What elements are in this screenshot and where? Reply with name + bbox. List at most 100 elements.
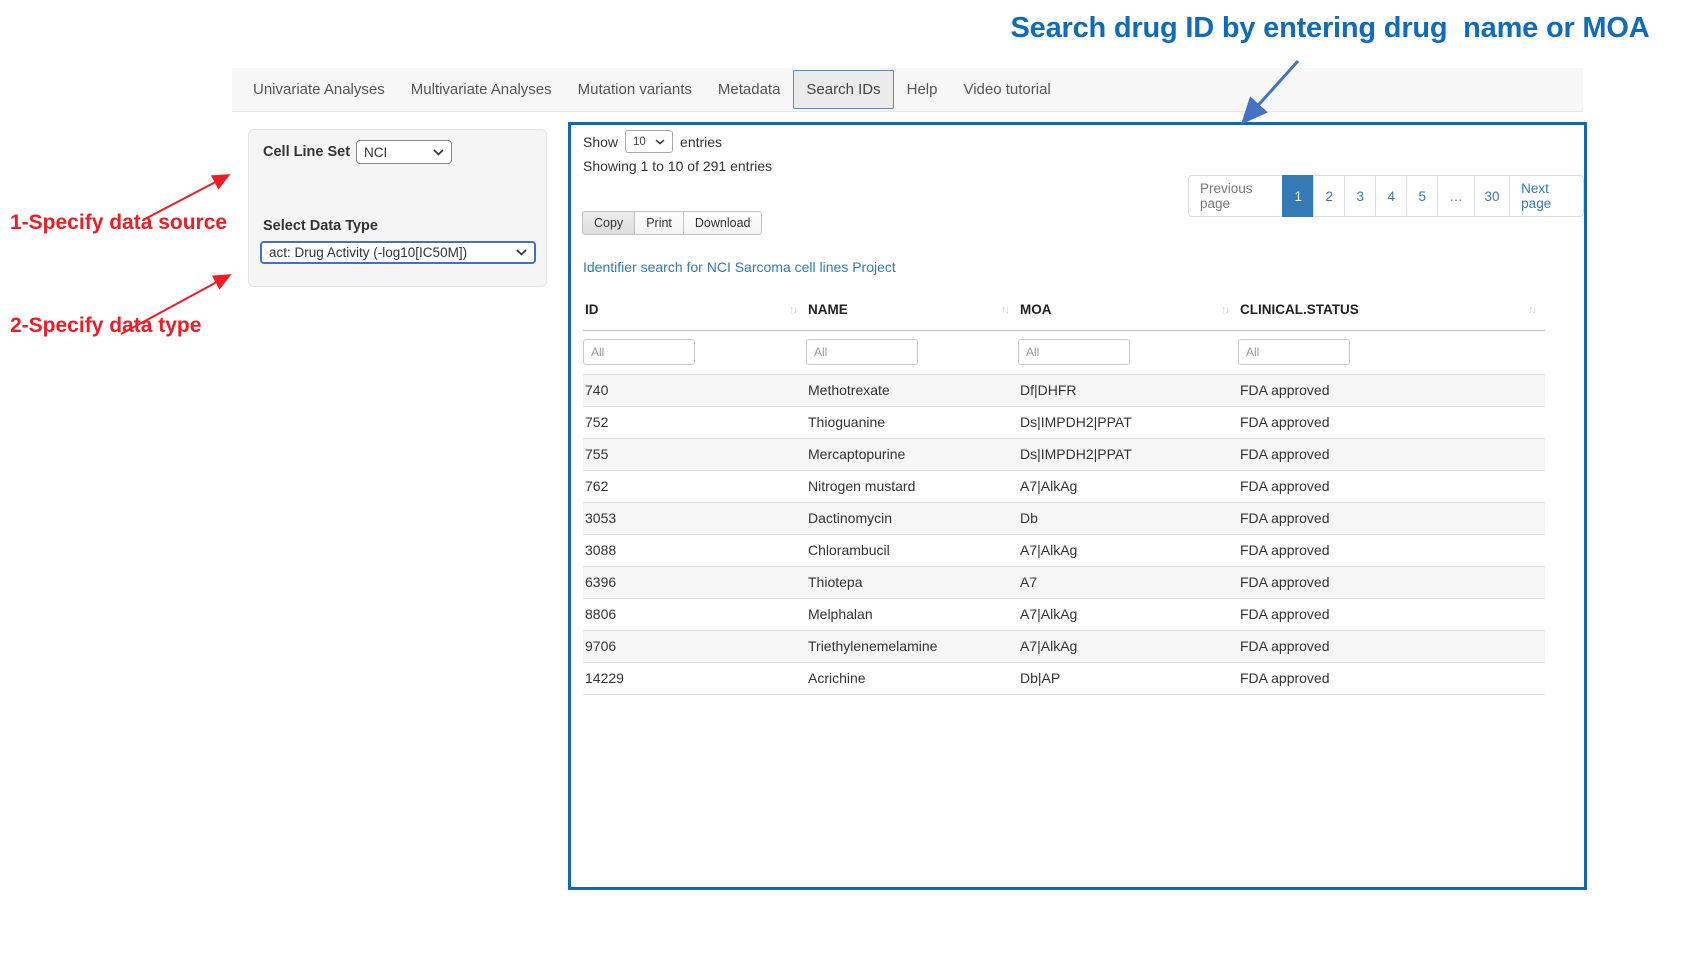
annotation-step1: 1-Specify data source [10,211,227,235]
cell-id: 8806 [583,598,806,630]
sort-icon[interactable]: ↑↓ [789,304,796,316]
data-type-select[interactable]: act: Drug Activity (-log10[IC50M]) [260,241,536,264]
tab-help[interactable]: Help [894,70,951,109]
cell-clinical-status: FDA approved [1238,662,1545,694]
column-label: MOA [1020,302,1052,317]
pagination-page-5[interactable]: 5 [1406,175,1438,217]
copy-button[interactable]: Copy [582,211,635,235]
annotation-step2: 2-Specify data type [10,314,201,338]
page-length-value: 10 [633,136,646,148]
cell-line-set-select[interactable]: NCI [356,140,452,164]
column-header-name[interactable]: NAME ↑↓ [806,290,1018,330]
navbar: Univariate AnalysesMultivariate Analyses… [232,68,1583,112]
table-row[interactable]: 6396ThiotepaA7FDA approved [583,566,1545,598]
cell-id: 762 [583,470,806,502]
table-info: Showing 1 to 10 of 291 entries [583,158,772,174]
table-row[interactable]: 740MethotrexateDf|DHFRFDA approved [583,374,1545,406]
entries-label: entries [680,134,722,150]
table-row[interactable]: 9706TriethylenemelamineA7|AlkAgFDA appro… [583,630,1545,662]
cell-clinical-status: FDA approved [1238,598,1545,630]
cell-clinical-status: FDA approved [1238,470,1545,502]
column-label: NAME [808,302,848,317]
column-header-id[interactable]: ID ↑↓ [583,290,806,330]
export-button-group: CopyPrintDownload [583,211,762,235]
identifier-search-link[interactable]: Identifier search for NCI Sarcoma cell l… [583,259,896,275]
sort-icon[interactable]: ↑↓ [1528,304,1535,316]
data-type-value: act: Drug Activity (-log10[IC50M]) [269,245,467,260]
column-header-moa[interactable]: MOA ↑↓ [1018,290,1238,330]
download-button[interactable]: Download [683,211,763,235]
table-row[interactable]: 3088ChlorambucilA7|AlkAgFDA approved [583,534,1545,566]
pagination-previous[interactable]: Previous page [1188,175,1283,217]
page-length-control: Show 10 entries [583,130,722,153]
cell-moa: Db|AP [1018,662,1238,694]
cell-moa: Ds|IMPDH2|PPAT [1018,438,1238,470]
cell-moa: Ds|IMPDH2|PPAT [1018,406,1238,438]
cell-id: 6396 [583,566,806,598]
table-header-row: ID ↑↓ NAME ↑↓ MOA ↑↓ CLINICAL.STATUS ↑↓ [583,290,1545,330]
tab-search-ids[interactable]: Search IDs [793,70,893,109]
cell-name: Chlorambucil [806,534,1018,566]
sort-icon[interactable]: ↑↓ [1001,304,1008,316]
pagination-page-2[interactable]: 2 [1313,175,1345,217]
cell-id: 9706 [583,630,806,662]
tab-univariate-analyses[interactable]: Univariate Analyses [240,70,398,109]
table-row[interactable]: 752ThioguanineDs|IMPDH2|PPATFDA approved [583,406,1545,438]
show-label: Show [583,134,618,150]
cell-id: 755 [583,438,806,470]
tab-mutation-variants[interactable]: Mutation variants [565,70,705,109]
filter-cell-clinical-status [1238,330,1545,374]
filter-input-moa[interactable] [1018,339,1130,365]
pagination-page-30[interactable]: 30 [1474,175,1510,217]
pagination-page-4[interactable]: 4 [1375,175,1407,217]
table-row[interactable]: 755MercaptopurineDs|IMPDH2|PPATFDA appro… [583,438,1545,470]
cell-moa: A7|AlkAg [1018,630,1238,662]
cell-id: 740 [583,374,806,406]
column-label: ID [585,302,599,317]
tab-metadata[interactable]: Metadata [705,70,794,109]
table-row[interactable]: 8806MelphalanA7|AlkAgFDA approved [583,598,1545,630]
cell-name: Melphalan [806,598,1018,630]
print-button[interactable]: Print [634,211,684,235]
chevron-down-icon [655,139,665,145]
tab-video-tutorial[interactable]: Video tutorial [950,70,1063,109]
pagination-page-1[interactable]: 1 [1282,175,1314,217]
filter-cell-name [806,330,1018,374]
cell-moa: Db [1018,502,1238,534]
cell-moa: A7|AlkAg [1018,534,1238,566]
page-length-select[interactable]: 10 [625,130,673,153]
filter-input-name[interactable] [806,339,918,365]
column-label: CLINICAL.STATUS [1240,302,1359,317]
cell-name: Thiotepa [806,566,1018,598]
cell-moa: A7|AlkAg [1018,470,1238,502]
table-row[interactable]: 14229AcrichineDb|APFDA approved [583,662,1545,694]
cell-id: 3088 [583,534,806,566]
tab-multivariate-analyses[interactable]: Multivariate Analyses [398,70,565,109]
pagination-next[interactable]: Next page [1509,175,1584,217]
cell-name: Mercaptopurine [806,438,1018,470]
sort-icon[interactable]: ↑↓ [1221,304,1228,316]
chevron-down-icon [433,149,444,156]
cell-name: Dactinomycin [806,502,1018,534]
table-row[interactable]: 762Nitrogen mustardA7|AlkAgFDA approved [583,470,1545,502]
cell-clinical-status: FDA approved [1238,438,1545,470]
cell-moa: Df|DHFR [1018,374,1238,406]
cell-clinical-status: FDA approved [1238,502,1545,534]
filter-input-id[interactable] [583,339,695,365]
select-data-type-label: Select Data Type [263,218,378,234]
cell-clinical-status: FDA approved [1238,406,1545,438]
column-header-clinical-status[interactable]: CLINICAL.STATUS ↑↓ [1238,290,1545,330]
cell-line-set-label: Cell Line Set [263,144,350,160]
chevron-down-icon [516,249,527,256]
filter-input-clinical-status[interactable] [1238,339,1350,365]
cell-moa: A7|AlkAg [1018,598,1238,630]
table-row[interactable]: 3053DactinomycinDbFDA approved [583,502,1545,534]
table-filter-row [583,330,1545,374]
search-ids-panel: Show 10 entries Showing 1 to 10 of 291 e… [568,122,1587,890]
cell-clinical-status: FDA approved [1238,566,1545,598]
drug-id-table: ID ↑↓ NAME ↑↓ MOA ↑↓ CLINICAL.STATUS ↑↓ 740Meth… [583,290,1545,695]
pagination-page-3[interactable]: 3 [1344,175,1376,217]
cell-id: 3053 [583,502,806,534]
cell-name: Nitrogen mustard [806,470,1018,502]
cell-line-set-value: NCI [364,145,387,160]
